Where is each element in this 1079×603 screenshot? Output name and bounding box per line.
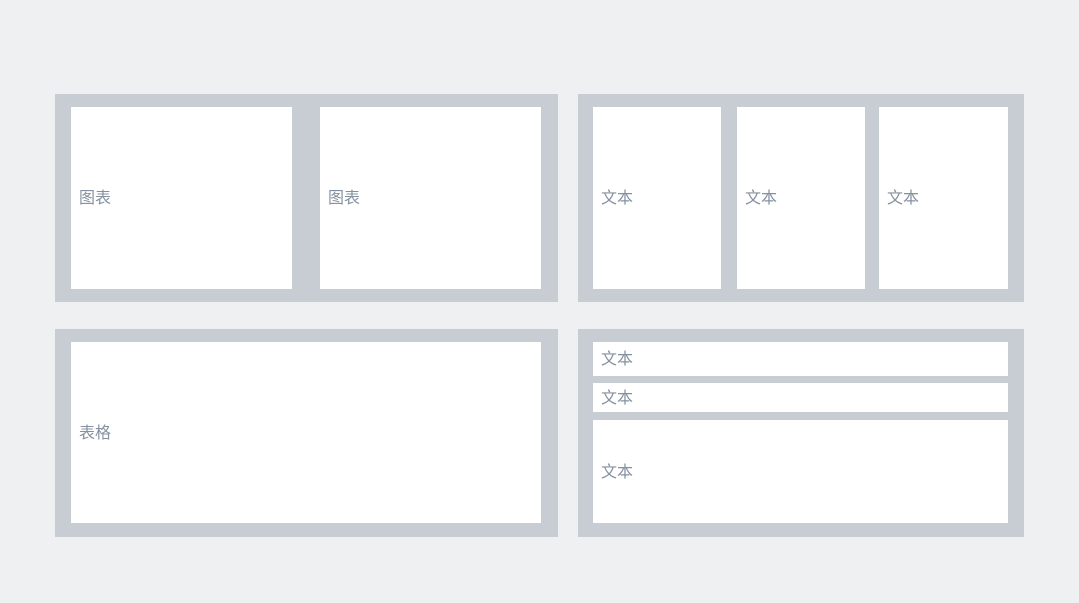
text-slot-label: 文本: [601, 349, 634, 368]
top-right-group: 文本 文本 文本: [578, 94, 1024, 302]
top-left-group: 图表 图表: [55, 94, 558, 302]
text-slot-label: 文本: [601, 188, 634, 207]
text-slot-2[interactable]: 文本: [737, 107, 865, 289]
chart-slot-2[interactable]: 图表: [320, 107, 541, 289]
text-slot-label: 文本: [887, 188, 920, 207]
text-slot-3[interactable]: 文本: [879, 107, 1008, 289]
text-row-slot-2[interactable]: 文本: [593, 383, 1008, 412]
bottom-right-group: 文本 文本 文本: [578, 329, 1024, 537]
text-slot-1[interactable]: 文本: [593, 107, 721, 289]
text-slot-label: 文本: [601, 387, 634, 407]
text-slot-label: 文本: [601, 461, 634, 481]
text-row-slot-3[interactable]: 文本: [593, 420, 1008, 523]
bottom-left-group: 表格: [55, 329, 558, 537]
table-slot-label: 表格: [79, 422, 112, 442]
chart-slot-label: 图表: [79, 188, 112, 207]
chart-slot-label: 图表: [328, 188, 361, 207]
table-slot[interactable]: 表格: [71, 342, 541, 523]
text-slot-label: 文本: [745, 188, 778, 207]
text-row-slot-1[interactable]: 文本: [593, 342, 1008, 376]
chart-slot-1[interactable]: 图表: [71, 107, 292, 289]
